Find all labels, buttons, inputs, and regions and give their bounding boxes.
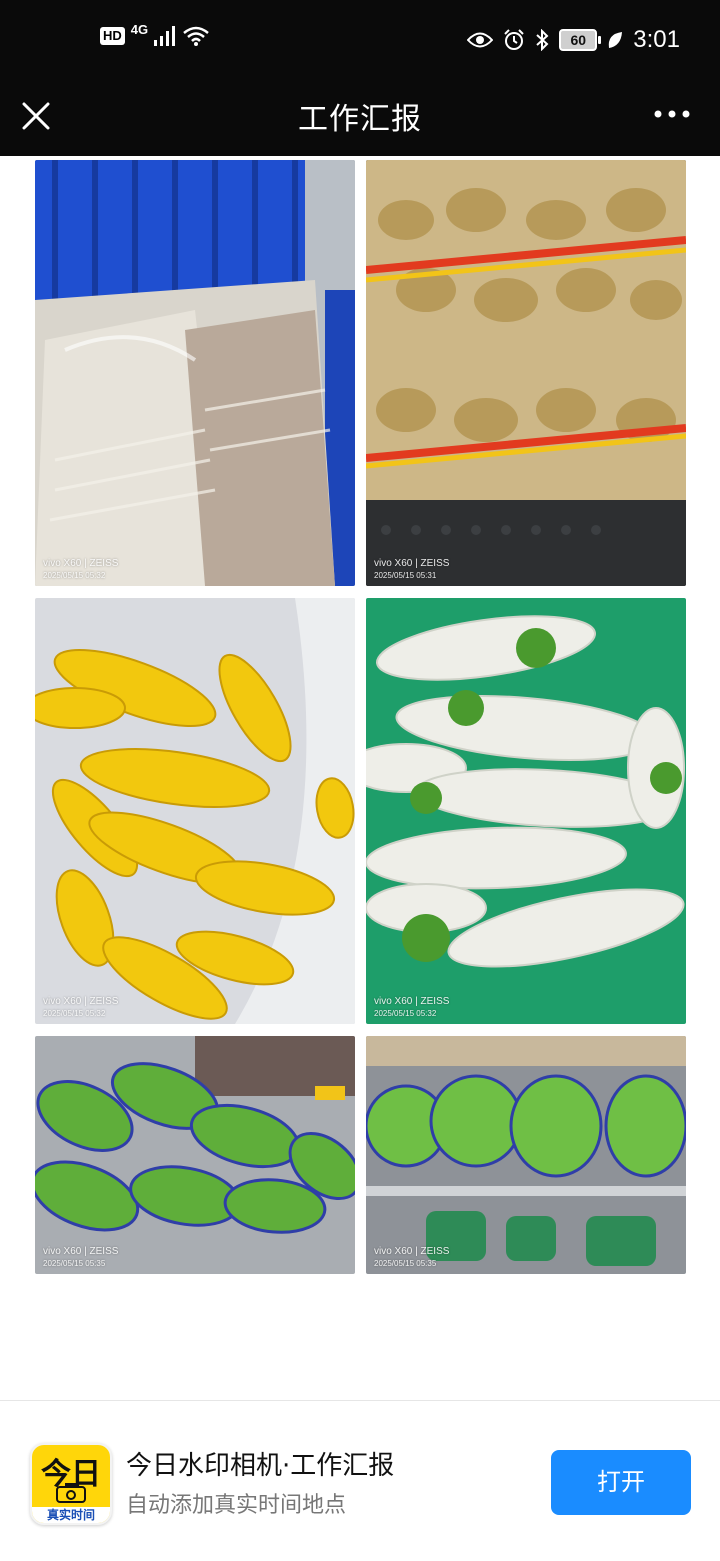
open-button[interactable]: 打开 <box>551 1450 691 1515</box>
photo-potatoes[interactable]: vivo X60 | ZEISS 2025/05/15 05:31 <box>366 160 686 586</box>
camera-label: vivo X60 | ZEISS <box>43 1246 119 1257</box>
camera-icon <box>56 1483 86 1503</box>
photo-shelf-greens[interactable]: vivo X60 | ZEISS 2025/05/15 05:35 <box>366 1036 686 1274</box>
promo-subtitle: 自动添加真实时间地点 <box>126 1493 347 1518</box>
photo-watermark: vivo X60 | ZEISS 2025/05/15 05:35 <box>374 1246 449 1270</box>
wifi-icon <box>183 26 209 46</box>
photo-bagged-greens[interactable]: vivo X60 | ZEISS 2025/05/15 05:35 <box>35 1036 355 1274</box>
camera-label: vivo X60 | ZEISS <box>374 996 450 1007</box>
status-left: HD 4G <box>100 22 210 46</box>
status-right: 60 3:01 <box>467 26 680 54</box>
photo-corn[interactable]: vivo X60 | ZEISS 2025/05/15 05:32 <box>35 598 355 1024</box>
camera-label: vivo X60 | ZEISS <box>43 996 119 1007</box>
battery-icon: 60 <box>559 29 602 51</box>
photo-watermark: vivo X60 | ZEISS 2025/05/15 05:32 <box>43 996 118 1020</box>
status-bar: HD 4G 60 3:01 <box>0 0 720 84</box>
eye-icon <box>467 32 494 48</box>
photo-watermark: vivo X60 | ZEISS 2025/05/15 05:31 <box>374 558 449 582</box>
photo-date: 2025/05/15 05:31 <box>374 571 437 580</box>
photo-date: 2025/05/15 05:32 <box>374 1009 437 1018</box>
signal-icon <box>154 26 176 46</box>
camera-label: vivo X60 | ZEISS <box>374 1246 450 1257</box>
app-icon-caption: 真实时间 <box>32 1507 110 1523</box>
photo-date: 2025/05/15 05:32 <box>43 571 106 580</box>
promo-title: 今日水印相机·工作汇报 <box>126 1451 395 1481</box>
photo-watermark: vivo X60 | ZEISS 2025/05/15 05:32 <box>43 558 118 582</box>
more-icon[interactable] <box>654 106 690 122</box>
leaf-icon <box>609 32 623 48</box>
camera-label: vivo X60 | ZEISS <box>374 558 450 569</box>
network-type: 4G <box>130 22 149 37</box>
photo-date: 2025/05/15 05:35 <box>43 1259 106 1268</box>
photo-watermark: vivo X60 | ZEISS 2025/05/15 05:35 <box>43 1246 118 1270</box>
status-time: 3:01 <box>633 26 680 53</box>
app-promo-banner: 今日 真实时间 今日水印相机·工作汇报 自动添加真实时间地点 打开 <box>0 1400 720 1561</box>
photo-watermark: vivo X60 | ZEISS 2025/05/15 05:32 <box>374 996 449 1020</box>
photo-date: 2025/05/15 05:35 <box>374 1259 437 1268</box>
bluetooth-icon <box>536 29 549 51</box>
nav-bar: 工作汇报 <box>0 84 720 156</box>
hd-badge: HD <box>100 27 125 45</box>
photo-frozen-packs[interactable]: vivo X60 | ZEISS 2025/05/15 05:32 <box>35 160 355 586</box>
photo-date: 2025/05/15 05:32 <box>43 1009 106 1018</box>
page-title: 工作汇报 <box>298 102 422 137</box>
app-icon[interactable]: 今日 真实时间 <box>30 1443 112 1525</box>
alarm-icon <box>504 29 524 50</box>
photo-radishes[interactable]: vivo X60 | ZEISS 2025/05/15 05:32 <box>366 598 686 1024</box>
camera-label: vivo X60 | ZEISS <box>43 558 119 569</box>
